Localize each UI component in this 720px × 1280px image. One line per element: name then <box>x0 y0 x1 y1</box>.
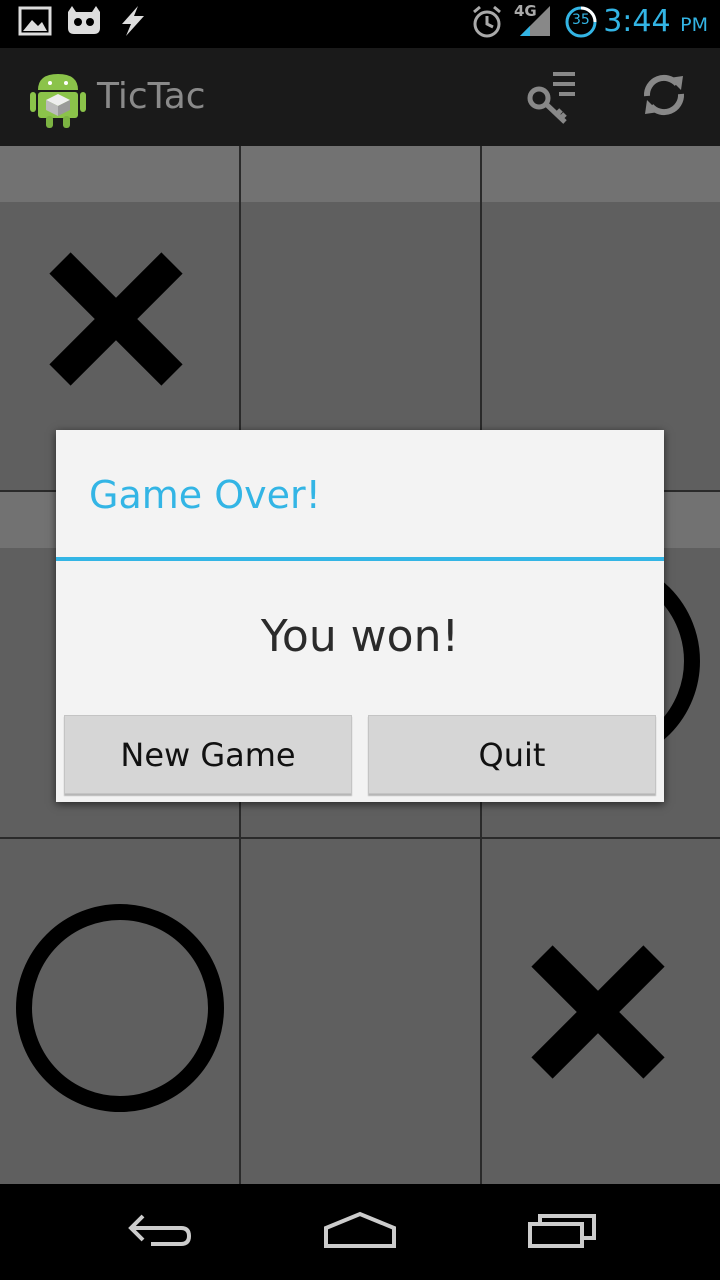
refresh-icon <box>639 70 689 124</box>
charging-notification-icon <box>116 4 148 42</box>
android-icon[interactable] <box>28 66 88 134</box>
network-type-label: 4G <box>514 2 537 20</box>
battery-level: 35 <box>572 12 590 28</box>
action-bar: TicTac <box>0 48 720 148</box>
navigation-bar <box>0 1184 720 1280</box>
back-button[interactable] <box>90 1184 230 1280</box>
quit-button[interactable]: Quit <box>368 715 656 794</box>
recent-apps-icon <box>526 1210 598 1254</box>
refresh-button[interactable] <box>614 48 714 146</box>
alarm-icon <box>470 4 504 44</box>
key-menu-icon <box>523 66 581 128</box>
key-menu-button[interactable] <box>502 48 602 146</box>
recent-apps-button[interactable] <box>492 1184 632 1280</box>
home-icon <box>322 1210 398 1254</box>
dialog-message: You won! <box>260 611 460 662</box>
app-title: TicTac <box>97 76 206 117</box>
game-over-dialog: Game Over! You won! New Game Quit <box>56 430 664 802</box>
gallery-notification-icon <box>18 4 54 42</box>
cyanogen-notification-icon <box>64 4 104 42</box>
back-icon <box>125 1210 195 1254</box>
o-mark-icon <box>14 902 226 1118</box>
x-mark-icon <box>46 249 186 393</box>
status-clock: 3:44 PM <box>603 4 708 39</box>
new-game-button[interactable]: New Game <box>64 715 352 794</box>
x-mark-icon <box>528 942 668 1086</box>
dialog-title: Game Over! <box>89 473 321 517</box>
dialog-divider <box>56 557 664 561</box>
home-button[interactable] <box>290 1184 430 1280</box>
status-bar: 4G 35 3:44 PM <box>0 0 720 48</box>
board-cell[interactable] <box>241 839 481 1184</box>
